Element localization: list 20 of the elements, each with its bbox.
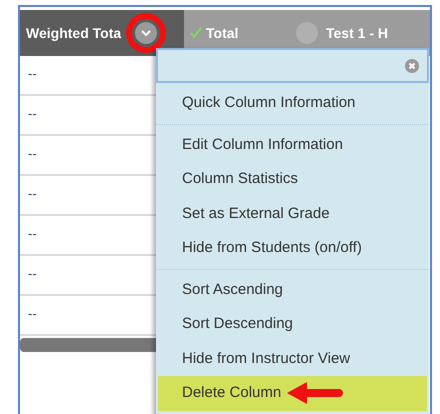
column-title: Test 1 - H (326, 24, 388, 42)
column-menu-button[interactable] (135, 22, 158, 44)
column-title: Weighted Tota (26, 24, 122, 43)
clear-icon[interactable] (405, 58, 419, 72)
menu-item[interactable]: Edit Column Information (158, 128, 427, 162)
chevron-down-icon (140, 29, 152, 37)
menu-search-field[interactable] (156, 48, 429, 83)
highlight-circle (125, 12, 168, 54)
menu-item[interactable]: Hide from Students (on/off) (158, 231, 427, 266)
menu-item[interactable]: Sort Ascending (158, 272, 427, 307)
column-title: Total (206, 24, 238, 42)
menu-item[interactable]: Sort Descending (158, 307, 427, 342)
menu-item[interactable]: Set as External Grade (158, 196, 427, 231)
menu-item[interactable]: Quick Column Information (158, 86, 427, 120)
menu-item[interactable]: Hide from Instructor View (158, 342, 427, 376)
menu-item[interactable]: Column Statistics (158, 162, 427, 196)
table-cell: -- (20, 56, 156, 96)
check-icon (190, 27, 202, 39)
menu-item[interactable]: Delete Column (158, 376, 427, 410)
pointer-arrow (285, 380, 344, 406)
